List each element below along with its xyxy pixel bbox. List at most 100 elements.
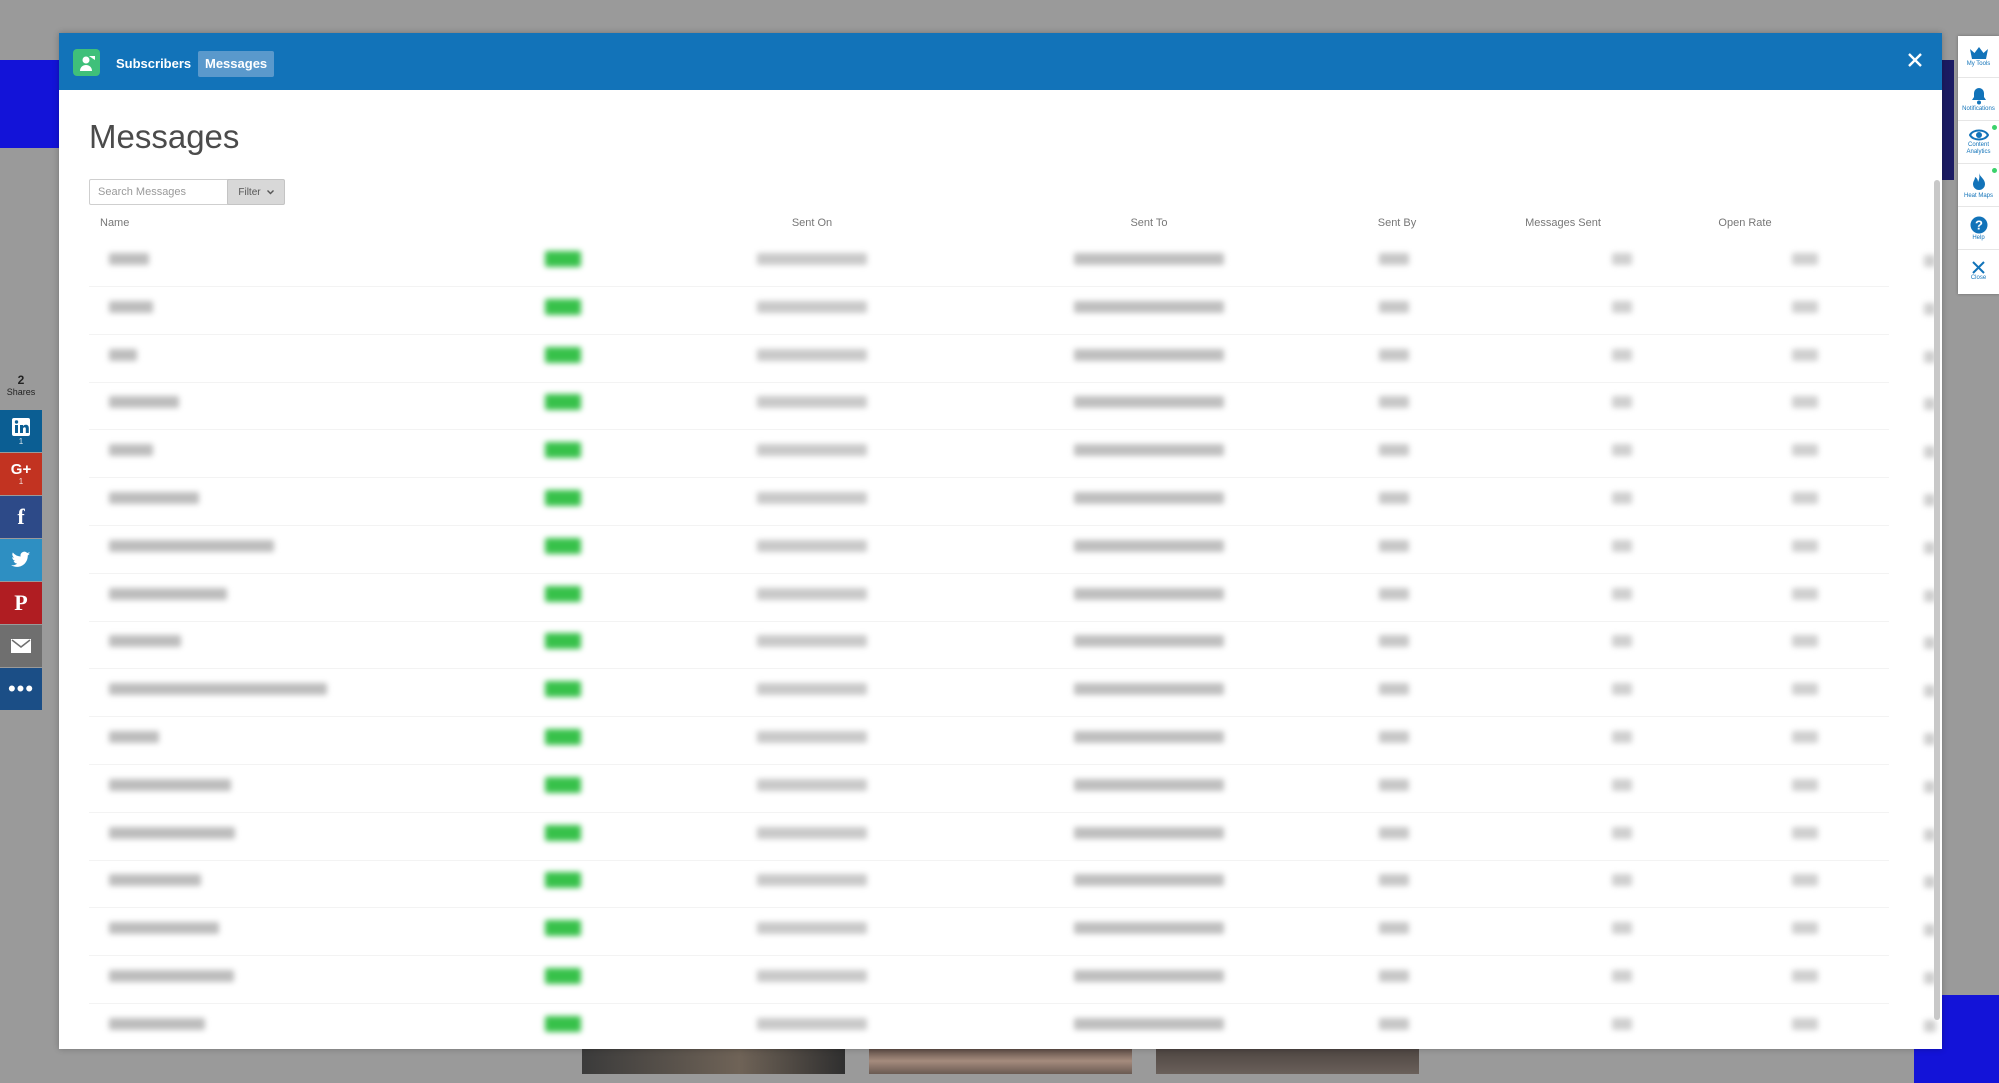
table-row[interactable] [89, 1004, 1936, 1049]
share-twitter-button[interactable] [0, 539, 42, 581]
sent-to-value [1074, 683, 1224, 696]
tool-label: My Tools [1966, 60, 1991, 67]
column-messages-sent[interactable]: Messages Sent [1525, 217, 1601, 229]
sent-to-value [1074, 300, 1224, 313]
table-row[interactable] [89, 239, 1936, 287]
linkedin-icon [12, 417, 30, 436]
row-menu-icon[interactable] [1924, 1019, 1936, 1032]
sent-by-value [1379, 731, 1409, 743]
sent-by-value [1379, 492, 1409, 504]
messages-sent-value [1612, 922, 1632, 935]
table-row[interactable] [89, 526, 1936, 574]
twitter-icon [11, 551, 31, 567]
sent-on-value [757, 874, 867, 887]
table-row[interactable] [89, 574, 1936, 622]
table-row[interactable] [89, 908, 1936, 957]
scrollbar[interactable] [1934, 180, 1940, 1020]
share-facebook-button[interactable]: f [0, 496, 42, 538]
sent-on-value [757, 444, 867, 457]
table-row[interactable] [89, 860, 1936, 909]
status-badge [545, 1015, 581, 1032]
table-row[interactable] [89, 430, 1936, 479]
table-row[interactable] [89, 621, 1936, 670]
app-logo[interactable] [73, 49, 100, 76]
tab-messages[interactable]: Messages [198, 51, 275, 77]
table-row[interactable] [89, 669, 1936, 718]
table-row[interactable] [89, 287, 1936, 335]
sent-on-value [757, 539, 867, 552]
tool-help[interactable]: ? Help [1958, 208, 1999, 250]
sent-to-value [1074, 874, 1224, 887]
open-rate-value [1792, 1017, 1818, 1030]
modal-body: Messages Filter Name Sent On Sent To Sen… [59, 90, 1942, 1049]
messages-sent-value [1612, 635, 1632, 648]
sent-to-value [1074, 253, 1224, 265]
share-google-plus-button[interactable]: G+ 1 [0, 453, 42, 495]
message-name [109, 635, 181, 648]
tool-content-analytics[interactable]: Content Analytics [1958, 122, 1999, 164]
message-name [109, 539, 274, 552]
share-pinterest-button[interactable]: P [0, 582, 42, 624]
open-rate-value [1792, 970, 1818, 982]
open-rate-value [1792, 635, 1818, 648]
open-rate-value [1792, 587, 1818, 600]
sent-on-value [757, 587, 867, 600]
status-badge [545, 585, 581, 602]
open-rate-value [1792, 874, 1818, 887]
sent-by-value [1379, 922, 1409, 935]
messages-sent-value [1612, 1017, 1632, 1030]
status-badge [545, 442, 581, 459]
messages-sent-value [1612, 970, 1632, 982]
status-badge [545, 251, 581, 267]
status-badge [545, 872, 581, 889]
google-plus-icon: G+ [10, 461, 32, 478]
sent-to-value [1074, 587, 1224, 600]
open-rate-value [1792, 683, 1818, 696]
column-sent-to[interactable]: Sent To [1130, 217, 1167, 229]
table-row[interactable] [89, 717, 1936, 765]
share-more-button[interactable]: ••• [0, 668, 42, 710]
filter-button[interactable]: Filter [227, 179, 285, 205]
sent-to-value [1074, 778, 1224, 791]
sent-by-value [1379, 970, 1409, 982]
column-name[interactable]: Name [100, 217, 129, 229]
column-open-rate[interactable]: Open Rate [1718, 217, 1771, 229]
status-dot [1992, 168, 1997, 173]
table-row[interactable] [89, 765, 1936, 813]
messages-sent-value [1612, 492, 1632, 504]
share-email-button[interactable] [0, 625, 42, 667]
status-badge [545, 537, 581, 554]
table-row[interactable] [89, 813, 1936, 861]
tab-subscribers[interactable]: Subscribers [109, 51, 198, 77]
search-input[interactable] [89, 179, 233, 205]
message-name [109, 348, 137, 361]
modal-close-button[interactable] [1900, 45, 1930, 75]
messages-sent-value [1612, 587, 1632, 600]
tool-close[interactable]: Close [1958, 251, 1999, 292]
messages-sent-value [1612, 539, 1632, 552]
column-sent-on[interactable]: Sent On [792, 217, 832, 229]
status-badge [545, 968, 581, 984]
message-name [109, 444, 153, 457]
sent-on-value [757, 731, 867, 743]
sent-by-value [1379, 539, 1409, 552]
share-linkedin-button[interactable]: 1 [0, 410, 42, 452]
messages-sent-value [1612, 731, 1632, 743]
modal-header: Subscribers Messages [59, 33, 1942, 90]
column-sent-by[interactable]: Sent By [1378, 217, 1417, 229]
messages-sent-value [1612, 300, 1632, 313]
status-badge [545, 346, 581, 363]
table-row[interactable] [89, 478, 1936, 526]
sent-on-value [757, 1017, 867, 1030]
sent-by-value [1379, 444, 1409, 457]
tool-my-tools[interactable]: My Tools [1958, 36, 1999, 78]
sent-on-value [757, 348, 867, 361]
table-row[interactable] [89, 956, 1936, 1004]
table-row[interactable] [89, 382, 1936, 431]
tool-notifications[interactable]: Notifications [1958, 79, 1999, 121]
status-badge [545, 776, 581, 793]
table-row[interactable] [89, 335, 1936, 383]
sent-on-value [757, 492, 867, 504]
sent-on-value [757, 778, 867, 791]
tool-heat-maps[interactable]: Heat Maps [1958, 165, 1999, 207]
